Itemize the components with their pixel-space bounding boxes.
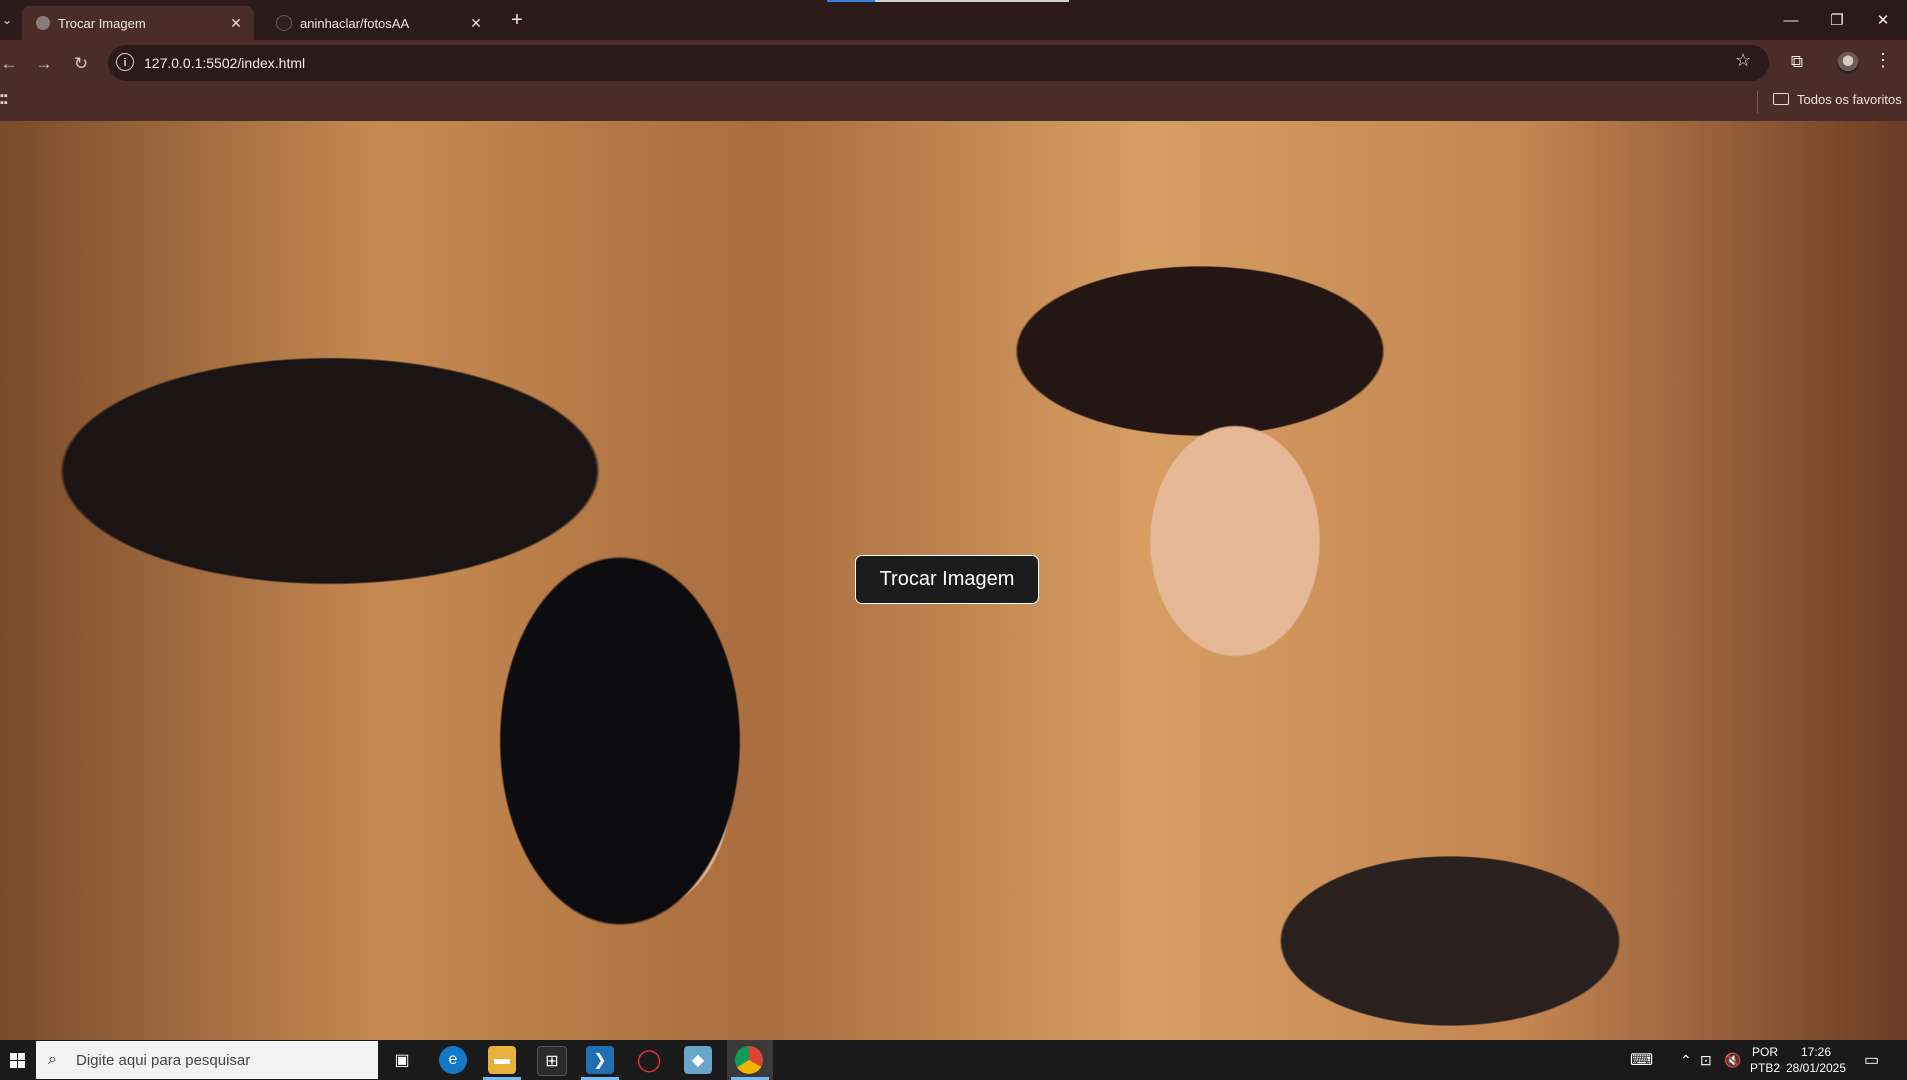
search-icon: ⌕ xyxy=(48,1051,57,1068)
minimize-button[interactable]: — xyxy=(1768,0,1814,40)
address-bar[interactable] xyxy=(108,45,1769,81)
github-icon xyxy=(276,15,292,31)
folder-icon[interactable] xyxy=(1773,93,1789,105)
all-bookmarks-label[interactable]: Todos os favoritos xyxy=(1797,92,1902,107)
language-indicator[interactable]: POR PTB2 xyxy=(1750,1044,1780,1076)
tab-title: aninhaclar/fotosAA xyxy=(300,15,410,31)
site-info-icon[interactable]: i xyxy=(116,53,134,71)
swap-image-button[interactable]: Trocar Imagem xyxy=(855,555,1039,604)
taskbar-search[interactable]: ⌕ Digite aqui para pesquisar xyxy=(36,1041,378,1079)
windows-logo-icon xyxy=(9,1052,25,1068)
file-explorer-icon[interactable]: ▬ xyxy=(488,1046,516,1074)
back-button[interactable]: ← xyxy=(0,52,21,76)
apps-grid-icon[interactable]: ▪▪ ▪▪ xyxy=(0,91,14,109)
close-tab-icon[interactable]: ✕ xyxy=(466,15,486,32)
opera-icon[interactable]: ◯ xyxy=(635,1046,663,1074)
vscode-icon[interactable]: ❯ xyxy=(586,1046,614,1074)
keyboard-layout: PTB2 xyxy=(1750,1061,1781,1075)
new-tab-button[interactable]: + xyxy=(504,8,530,32)
restore-button[interactable]: ❐ xyxy=(1814,0,1860,40)
reload-button[interactable]: ↻ xyxy=(69,52,93,76)
menu-kebab-icon[interactable]: ⋮ xyxy=(1874,50,1892,71)
app-icon[interactable]: ◆ xyxy=(684,1046,712,1074)
close-tab-icon[interactable]: ✕ xyxy=(226,15,246,32)
bookmarks-bar xyxy=(0,86,1907,121)
clock[interactable]: 17:26 28/01/2025 xyxy=(1780,1044,1852,1076)
tab-trocar-imagem[interactable]: Trocar Imagem ✕ xyxy=(22,6,254,40)
network-icon[interactable]: ⊡ xyxy=(1700,1040,1712,1080)
keyboard-icon[interactable]: ⌨ xyxy=(1630,1040,1653,1080)
profile-avatar[interactable] xyxy=(1837,52,1859,74)
time: 17:26 xyxy=(1800,1045,1832,1059)
store-icon[interactable]: ⊞ xyxy=(537,1046,567,1076)
close-window-button[interactable]: ✕ xyxy=(1860,0,1906,40)
date: 28/01/2025 xyxy=(1785,1061,1847,1075)
task-view-icon[interactable]: ▣ xyxy=(388,1046,416,1074)
notifications-icon[interactable]: ▭ xyxy=(1864,1040,1879,1080)
start-button[interactable] xyxy=(0,1040,34,1080)
show-hidden-icons-chevron-icon[interactable]: ⌃ xyxy=(1680,1040,1692,1080)
loading-indicator xyxy=(827,0,1069,2)
language-code: POR xyxy=(1751,1045,1778,1059)
tab-search-chevron-icon[interactable]: ⌄ xyxy=(0,8,14,32)
bookmark-star-icon[interactable]: ☆ xyxy=(1735,50,1751,71)
chrome-icon[interactable] xyxy=(735,1046,763,1074)
globe-icon xyxy=(36,16,50,30)
edge-icon[interactable]: e xyxy=(439,1046,467,1074)
forward-button[interactable]: → xyxy=(32,52,56,76)
tab-github[interactable]: aninhaclar/fotosAA ✕ xyxy=(262,6,494,40)
url-text[interactable]: 127.0.0.1:5502/index.html xyxy=(144,55,305,71)
tab-title: Trocar Imagem xyxy=(58,15,146,31)
volume-muted-icon[interactable]: 🔇 xyxy=(1724,1040,1741,1080)
bookmarks-divider xyxy=(1757,91,1758,113)
search-placeholder: Digite aqui para pesquisar xyxy=(76,1051,251,1069)
extensions-icon[interactable]: ⧉ xyxy=(1785,50,1809,74)
